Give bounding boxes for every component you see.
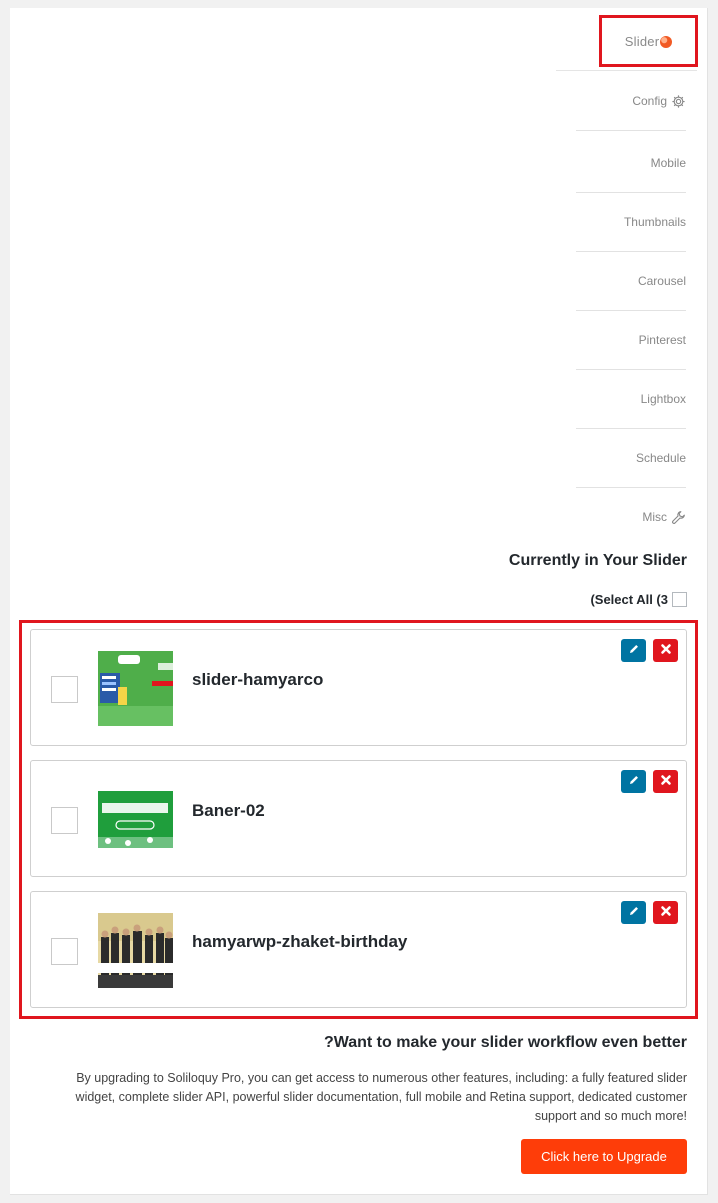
pencil-icon (628, 642, 640, 660)
tab-label: Schedule (635, 451, 686, 465)
delete-slide-button[interactable] (653, 770, 678, 793)
select-all-label: (Select All (3 (590, 592, 668, 607)
tab-config[interactable]: Config (576, 72, 686, 131)
logo-icon (660, 36, 673, 48)
delete-slide-button[interactable] (653, 639, 678, 662)
tab-misc[interactable]: Misc (576, 488, 686, 546)
pencil-icon (628, 773, 640, 791)
tab-label: Pinterest (638, 333, 686, 347)
close-icon (660, 642, 672, 660)
tab-label: Mobile (650, 156, 686, 170)
tab-mobile[interactable]: Mobile (576, 134, 686, 193)
current-slides-heading: Currently in Your Slider (508, 552, 687, 569)
slide-item: hamyarwp-zhaket-birthday (30, 891, 687, 1008)
tab-label: Lightbox (640, 392, 686, 406)
slider-logo-tab[interactable]: Slider (599, 15, 698, 67)
upgrade-heading: ?Want to make your slider workflow even … (323, 1034, 687, 1051)
slide-title: Baner-02 (192, 801, 265, 820)
slide-item: slider-hamyarco (30, 629, 687, 746)
slide-checkbox[interactable] (51, 938, 78, 965)
close-icon (660, 773, 672, 791)
slide-checkbox[interactable] (51, 676, 78, 703)
gear-icon (671, 94, 686, 109)
edit-slide-button[interactable] (621, 770, 646, 793)
tab-label: Misc (642, 510, 667, 524)
slide-thumbnail (98, 651, 173, 726)
logo-text: Slider (624, 33, 660, 49)
tab-label: Thumbnails (623, 215, 686, 229)
edit-slide-button[interactable] (621, 901, 646, 924)
tab-schedule[interactable]: Schedule (576, 429, 686, 488)
select-all-checkbox[interactable] (672, 592, 687, 607)
slide-item: Baner-02 (30, 760, 687, 877)
tab-carousel[interactable]: Carousel (576, 252, 686, 311)
tab-divider (556, 70, 697, 71)
select-all[interactable]: (Select All (3 (590, 592, 687, 607)
slide-thumbnail (98, 791, 173, 848)
slide-title: slider-hamyarco (192, 670, 324, 689)
tab-pinterest[interactable]: Pinterest (576, 311, 686, 370)
tab-label: Carousel (637, 274, 686, 288)
wrench-icon (671, 510, 686, 525)
delete-slide-button[interactable] (653, 901, 678, 924)
upgrade-description: By upgrading to Soliloquy Pro, you can g… (75, 1071, 687, 1123)
edit-slide-button[interactable] (621, 639, 646, 662)
slide-checkbox[interactable] (51, 807, 78, 834)
tab-label: Config (632, 94, 667, 108)
upgrade-button[interactable]: Click here to Upgrade (521, 1139, 687, 1174)
slide-title: hamyarwp-zhaket-birthday (192, 932, 408, 951)
pencil-icon (628, 904, 640, 922)
slide-thumbnail (98, 913, 173, 988)
close-icon (660, 904, 672, 922)
tab-lightbox[interactable]: Lightbox (576, 370, 686, 429)
tab-thumbnails[interactable]: Thumbnails (576, 193, 686, 252)
